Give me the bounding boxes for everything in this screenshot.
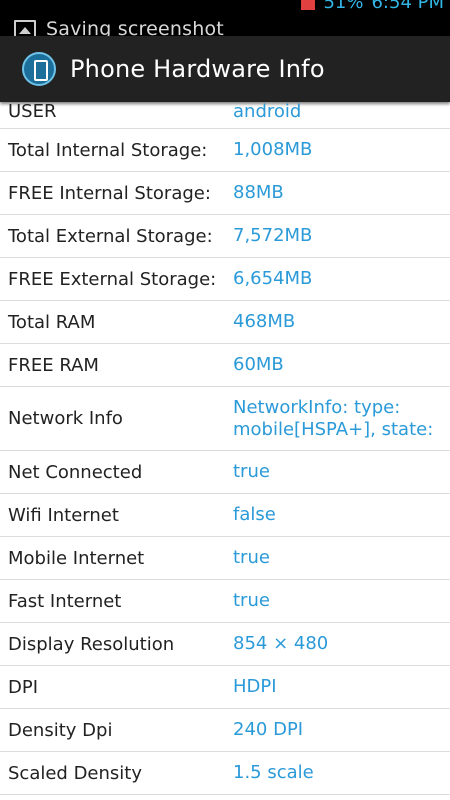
- row-value: 7,572MB: [233, 225, 313, 246]
- row-density-dpi: Density Dpi 240 DPI: [0, 709, 450, 752]
- action-bar: Phone Hardware Info: [0, 36, 450, 102]
- row-total-internal-storage: Total Internal Storage: 1,008MB: [0, 129, 450, 172]
- row-value: 1,008MB: [233, 139, 313, 160]
- row-scaled-density: Scaled Density 1.5 scale: [0, 752, 450, 795]
- row-value: HDPI: [233, 676, 277, 697]
- row-label: Fast Internet: [8, 590, 122, 612]
- status-bar: Saving screenshot 51% 6:54 PM: [0, 0, 450, 36]
- signal-icon: [301, 0, 316, 10]
- row-label: Total External Storage:: [8, 225, 213, 247]
- row-free-external-storage: FREE External Storage: 6,654MB: [0, 258, 450, 301]
- row-label: Scaled Density: [8, 762, 143, 784]
- row-value: android: [233, 101, 302, 122]
- row-value: 240 DPI: [233, 719, 304, 740]
- row-value: 6,654MB: [233, 268, 313, 289]
- row-value: false: [233, 504, 276, 525]
- clock: 6:54 PM: [371, 0, 444, 13]
- row-label: Total RAM: [8, 311, 96, 333]
- row-value-line: mobile[HSPA+], state:: [233, 418, 434, 440]
- ticker-text: Saving screenshot: [46, 18, 224, 36]
- row-label: Display Resolution: [8, 633, 175, 655]
- row-label: Net Connected: [8, 461, 143, 483]
- row-value: true: [233, 461, 270, 482]
- app-title: Phone Hardware Info: [70, 55, 325, 83]
- row-net-connected: Net Connected true: [0, 451, 450, 494]
- row-label: Network Info: [8, 408, 123, 429]
- row-label: DPI: [8, 676, 39, 698]
- notification-ticker: Saving screenshot: [14, 18, 224, 36]
- row-label: Mobile Internet: [8, 547, 145, 569]
- row-label: FREE RAM: [8, 354, 99, 376]
- row-value: 88MB: [233, 182, 284, 203]
- row-free-internal-storage: FREE Internal Storage: 88MB: [0, 172, 450, 215]
- row-mobile-internet: Mobile Internet true: [0, 537, 450, 580]
- row-label: FREE External Storage:: [8, 268, 217, 290]
- row-label: Wifi Internet: [8, 504, 119, 526]
- row-label: Density Dpi: [8, 719, 113, 741]
- phone-icon[interactable]: [22, 52, 56, 86]
- battery-level: 51%: [323, 0, 364, 13]
- hardware-info-list[interactable]: USER android Total Internal Storage: 1,0…: [0, 97, 450, 795]
- image-icon: [14, 20, 36, 36]
- row-value: 468MB: [233, 311, 296, 332]
- row-value: true: [233, 547, 270, 568]
- row-dpi: DPI HDPI: [0, 666, 450, 709]
- row-value: 1.5 scale: [233, 762, 314, 783]
- row-free-ram: FREE RAM 60MB: [0, 344, 450, 387]
- row-label: Total Internal Storage:: [8, 139, 208, 161]
- row-wifi-internet: Wifi Internet false: [0, 494, 450, 537]
- status-icons: 51% 6:54 PM: [301, 0, 444, 13]
- row-value: NetworkInfo: type: mobile[HSPA+], state:: [233, 397, 450, 441]
- row-fast-internet: Fast Internet true: [0, 580, 450, 623]
- row-total-external-storage: Total External Storage: 7,572MB: [0, 215, 450, 258]
- row-value-line: NetworkInfo: type:: [233, 396, 401, 418]
- row-value: true: [233, 590, 270, 611]
- row-display-resolution: Display Resolution 854 × 480: [0, 623, 450, 666]
- row-label: USER: [8, 101, 57, 122]
- row-total-ram: Total RAM 468MB: [0, 301, 450, 344]
- row-user: USER android: [0, 97, 450, 129]
- row-value: 854 × 480: [233, 633, 329, 654]
- row-label: FREE Internal Storage:: [8, 182, 211, 204]
- row-network-info: Network Info NetworkInfo: type: mobile[H…: [0, 387, 450, 451]
- row-value: 60MB: [233, 354, 284, 375]
